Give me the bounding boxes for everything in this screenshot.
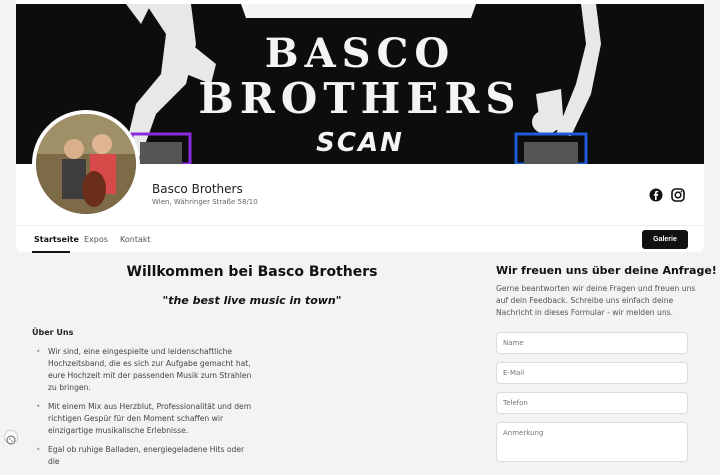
email-field[interactable]: [496, 362, 688, 384]
cover-title-line2: BROTHERS: [198, 74, 522, 123]
tab-expos[interactable]: Expos: [84, 235, 108, 244]
band-name: Basco Brothers: [152, 182, 243, 196]
form-description: Gerne beantworten wir deine Fragen und f…: [496, 284, 696, 317]
form-heading: Wir freuen uns über deine Anfrage!: [496, 264, 717, 277]
avatar-photo: [36, 114, 136, 214]
facebook-icon[interactable]: [649, 187, 663, 202]
nav-bar: Startseite Expos Kontakt Galerie: [16, 225, 704, 253]
name-field[interactable]: [496, 332, 688, 354]
cover-title-line1: BASCO: [264, 30, 456, 77]
tab-kontakt[interactable]: Kontakt: [120, 235, 151, 244]
instagram-icon[interactable]: [671, 187, 685, 202]
note-field[interactable]: [496, 422, 688, 462]
list-item: Mit einem Mix aus Herzblut, Professional…: [36, 401, 256, 437]
avatar[interactable]: [32, 110, 140, 218]
page-title: Willkommen bei Basco Brothers: [126, 264, 378, 280]
gallery-button[interactable]: Galerie: [642, 230, 688, 249]
list-item: Wir sind, eine eingespielte und leidensc…: [36, 346, 256, 394]
phone-field[interactable]: [496, 392, 688, 414]
about-list: Wir sind, eine eingespielte und leidensc…: [36, 346, 256, 475]
list-item: Egal ob ruhige Balladen, energiegeladene…: [36, 444, 256, 468]
about-heading: Über Uns: [32, 328, 74, 337]
address: Wien, Währinger Straße 58/10: [152, 198, 258, 206]
cookie-settings-icon[interactable]: [4, 430, 18, 445]
tagline: "the best live music in town": [162, 294, 342, 307]
active-tab-indicator: [32, 251, 70, 253]
tab-startseite[interactable]: Startseite: [34, 235, 79, 244]
